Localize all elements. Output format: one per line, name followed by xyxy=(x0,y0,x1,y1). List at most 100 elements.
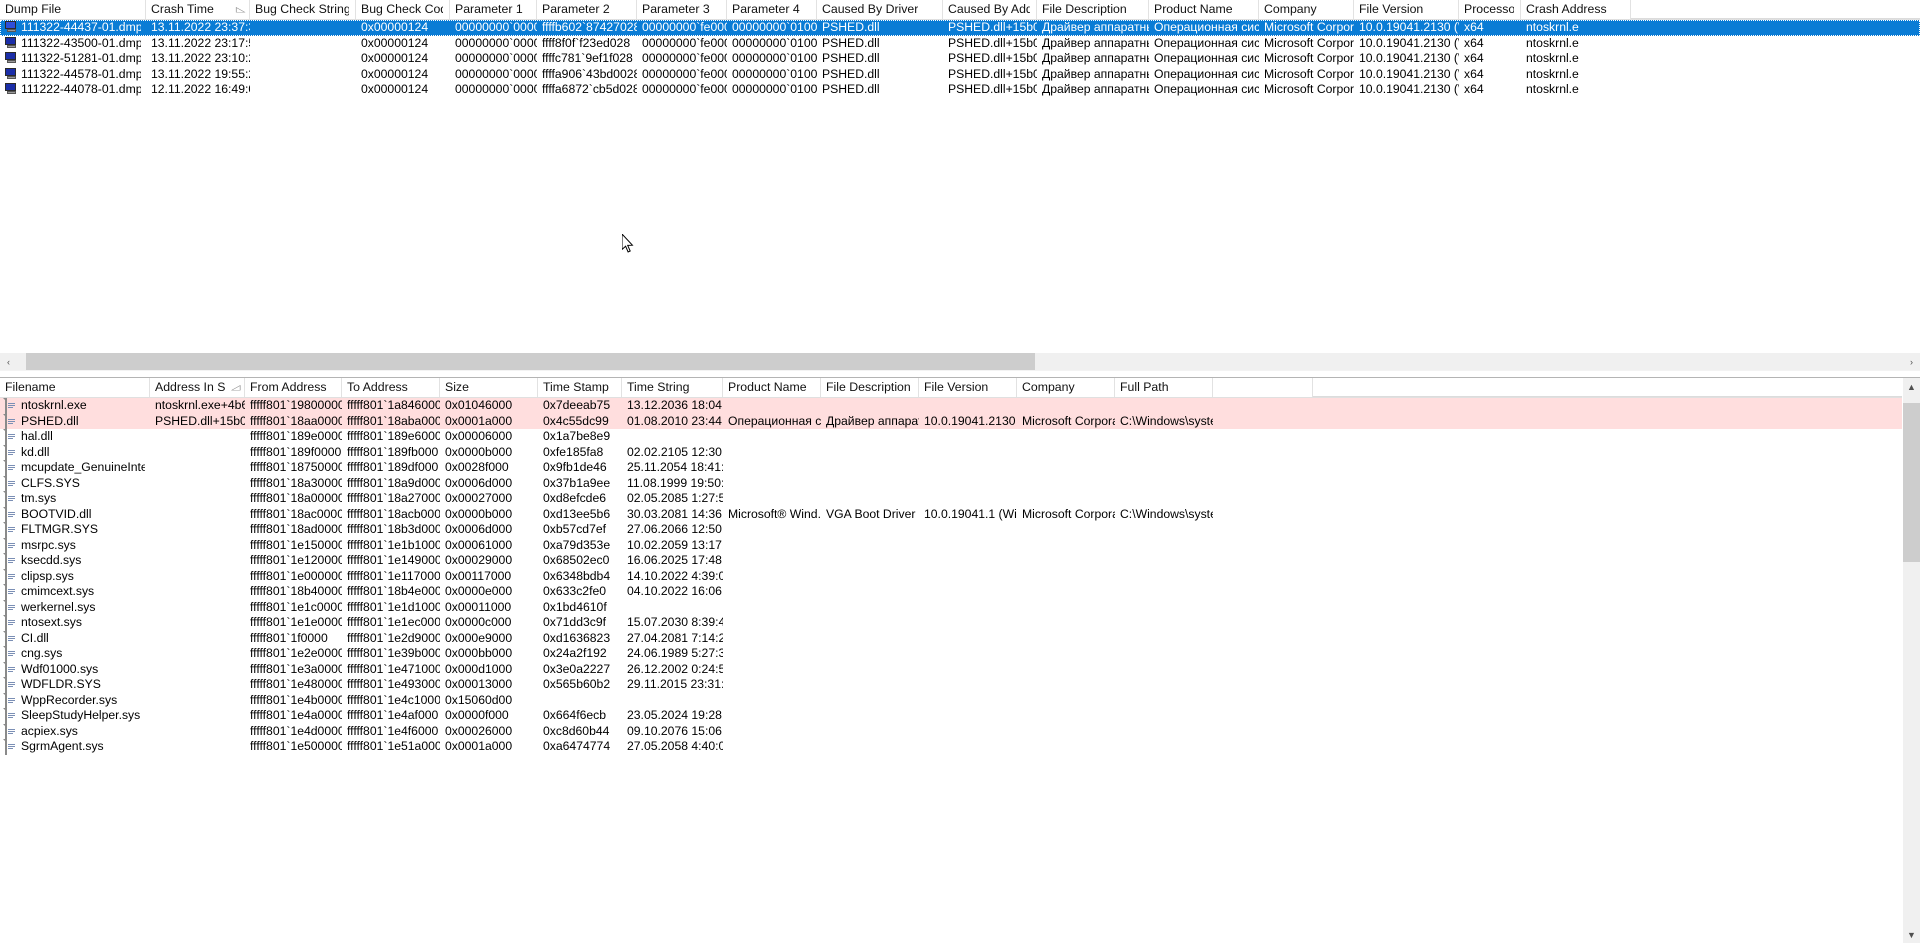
loaded-drivers-rows[interactable]: ntoskrnl.exe ntoskrnl.exe+4b6b... fffff801… xyxy=(0,398,1902,755)
column-header-file-version[interactable]: File Version xyxy=(1354,0,1459,19)
hscroll-track[interactable] xyxy=(17,353,1903,370)
table-row[interactable]: cmimcext.sys fffff801`18b40000 fffff801`18… xyxy=(0,584,1902,600)
table-row[interactable]: 111322-44437-01.dmp 13.11.2022 23:37:33 0x… xyxy=(0,20,1920,36)
column-header-filename[interactable]: Filename xyxy=(0,378,150,397)
table-cell: 0x7deeab75 xyxy=(543,398,611,412)
table-row[interactable]: Wdf01000.sys fffff801`1e3a0000 fffff801`1e… xyxy=(0,662,1902,677)
column-header-product-name[interactable]: Product Name xyxy=(1149,0,1259,19)
table-row[interactable]: 111322-51281-01.dmp 13.11.2022 23:10:20 0x… xyxy=(0,51,1920,67)
column-header-blank[interactable] xyxy=(1213,378,1313,397)
table-cell: ntoskrnl.e xyxy=(1526,66,1579,81)
table-row[interactable]: ksecdd.sys fffff801`1e120000 fffff801`1e14… xyxy=(0,553,1902,569)
column-header-from-address[interactable]: From Address xyxy=(245,378,342,397)
table-cell: Операционная си... xyxy=(728,413,821,428)
table-row[interactable]: CI.dll fffff801`1f0000 fffff801`1e2d9000 0x… xyxy=(0,630,1902,646)
table-row[interactable]: ntoskrnl.exe ntoskrnl.exe+4b6b... fffff801… xyxy=(0,398,1902,414)
column-header-parameter-1[interactable]: Parameter 1 xyxy=(450,0,537,19)
table-cell: 09.10.2076 15:06:28 xyxy=(627,723,723,738)
column-header-time-stamp[interactable]: Time Stamp xyxy=(538,378,622,397)
column-header-crash-time[interactable]: Crash Time ◺ xyxy=(146,0,250,19)
vscroll-track[interactable] xyxy=(1903,395,1920,926)
table-row[interactable]: FLTMGR.SYS fffff801`18ad0000 fffff801`18b3… xyxy=(0,522,1902,538)
crash-dumps-listview[interactable]: Dump File Crash Time ◺ Bug Check String Bug … xyxy=(0,0,1920,352)
column-header-company[interactable]: Company xyxy=(1259,0,1354,19)
table-cell: Драйвер аппаратных ... xyxy=(1042,82,1149,96)
table-cell-text: CI.dll xyxy=(21,630,49,645)
table-row[interactable]: msrpc.sys fffff801`1e150000 fffff801`1e1b1… xyxy=(0,538,1902,553)
column-header-label: Product Name xyxy=(1154,2,1233,16)
column-header-crash-address[interactable]: Crash Address xyxy=(1521,0,1631,19)
crash-dumps-rows[interactable]: 111322-44437-01.dmp 13.11.2022 23:37:33 0x… xyxy=(0,20,1920,98)
table-cell: Microsoft Corpora... xyxy=(1264,51,1354,65)
table-row[interactable]: PSHED.dll PSHED.dll+15b0 fffff801`18aa0000… xyxy=(0,413,1902,429)
column-header-parameter-2[interactable]: Parameter 2 xyxy=(537,0,637,19)
crash-dumps-column-headers[interactable]: Dump File Crash Time ◺ Bug Check String Bug … xyxy=(0,0,1920,20)
table-row[interactable]: 111222-44078-01.dmp 12.11.2022 16:49:06 0x… xyxy=(0,82,1920,98)
column-header-time-string[interactable]: Time String xyxy=(622,378,723,397)
table-cell: 0x00000124 xyxy=(361,82,429,96)
pane-splitter[interactable] xyxy=(0,370,1920,377)
column-header-parameter-3[interactable]: Parameter 3 xyxy=(637,0,727,19)
table-cell: ntoskrnl.e xyxy=(1526,35,1579,50)
table-row[interactable]: cng.sys fffff801`1e2e0000 fffff801`1e39b00… xyxy=(0,646,1902,662)
table-cell-text: CLFS.SYS xyxy=(21,475,80,490)
column-header-full-path[interactable]: Full Path xyxy=(1115,378,1213,397)
table-row[interactable]: hal.dll fffff801`189e0000 fffff801`189e600… xyxy=(0,429,1902,445)
table-cell: x64 xyxy=(1464,66,1484,81)
table-cell: fffff801`1e1d1000 xyxy=(347,599,440,614)
hscroll-left-arrow-icon[interactable]: ‹ xyxy=(0,353,17,370)
table-cell-text: ntosext.sys xyxy=(21,615,82,629)
column-header-bug-check-code[interactable]: Bug Check Code xyxy=(356,0,450,19)
column-header-label: Crash Time xyxy=(151,2,214,16)
table-row[interactable]: mcupdate_GenuineIntel.dll fffff801`187500… xyxy=(0,460,1902,476)
column-header-label: Caused By Driver xyxy=(822,2,919,16)
column-header-size[interactable]: Size xyxy=(440,378,538,397)
column-header-caused-by-address[interactable]: Caused By Address xyxy=(943,0,1037,19)
table-row[interactable]: werkernel.sys fffff801`1e1c0000 fffff801`1… xyxy=(0,599,1902,615)
hscroll-thumb[interactable] xyxy=(26,353,1036,370)
table-row[interactable]: BOOTVID.dll fffff801`18ac0000 fffff801`18a… xyxy=(0,506,1902,522)
table-row[interactable]: SleepStudyHelper.sys fffff801`1e4a0000 fff… xyxy=(0,708,1902,724)
loaded-drivers-column-headers[interactable]: Filename Address In St... ◿ From Address To … xyxy=(0,378,1902,398)
table-cell: 0x664f6ecb xyxy=(543,708,607,722)
crash-dumps-hscrollbar[interactable]: ‹ › xyxy=(0,352,1920,370)
vscroll-down-arrow-icon[interactable]: ▼ xyxy=(1903,926,1920,943)
table-cell-filename: msrpc.sys xyxy=(0,538,150,553)
file-icon xyxy=(5,553,18,569)
column-header-product-name[interactable]: Product Name xyxy=(723,378,821,397)
table-row[interactable]: tm.sys fffff801`18a00000 fffff801`18a27000… xyxy=(0,491,1902,507)
column-header-address-in-st[interactable]: Address In St... ◿ xyxy=(150,378,245,397)
column-header-dump-file[interactable]: Dump File xyxy=(0,0,146,19)
table-row[interactable]: kd.dll fffff801`189f0000 fffff801`189fb000… xyxy=(0,445,1902,460)
table-row[interactable]: ntosext.sys fffff801`1e1e0000 fffff801`1e1… xyxy=(0,615,1902,631)
column-header-company[interactable]: Company xyxy=(1017,378,1115,397)
table-cell: 00000000`fe000000 xyxy=(642,35,727,50)
table-cell: 00000000`fe000000 xyxy=(642,20,727,34)
column-header-file-description[interactable]: File Description xyxy=(1037,0,1149,19)
table-row[interactable]: WppRecorder.sys fffff801`1e4b0000 fffff801… xyxy=(0,693,1902,708)
table-row[interactable]: WDFLDR.SYS fffff801`1e480000 fffff801`1e49… xyxy=(0,677,1902,693)
column-header-parameter-4[interactable]: Parameter 4 xyxy=(727,0,817,19)
table-row[interactable]: SgrmAgent.sys fffff801`1e500000 fffff801`1… xyxy=(0,739,1902,755)
table-row[interactable]: 111322-43500-01.dmp 13.11.2022 23:17:55 0x… xyxy=(0,36,1920,52)
table-cell: ntoskrnl.e xyxy=(1526,51,1579,65)
table-row[interactable]: acpiex.sys fffff801`1e4d0000 fffff801`1e4f… xyxy=(0,723,1902,739)
loaded-drivers-pane: Filename Address In St... ◿ From Address To … xyxy=(0,377,1920,943)
table-row[interactable]: clipsp.sys fffff801`1e000000 fffff801`1e11… xyxy=(0,569,1902,584)
column-header-bug-check-string[interactable]: Bug Check String xyxy=(250,0,356,19)
table-row[interactable]: 111322-44578-01.dmp 13.11.2022 19:55:20 0x… xyxy=(0,67,1920,83)
table-cell-filename: ksecdd.sys xyxy=(0,553,150,569)
loaded-drivers-listview[interactable]: Filename Address In St... ◿ From Address To … xyxy=(0,378,1902,943)
hscroll-right-arrow-icon[interactable]: › xyxy=(1903,353,1920,370)
file-icon xyxy=(5,506,18,522)
table-row[interactable]: CLFS.SYS fffff801`18a30000 fffff801`18a9d0… xyxy=(0,475,1902,491)
column-header-processor[interactable]: Processor xyxy=(1459,0,1521,19)
table-cell: 0xb57cd7ef xyxy=(543,522,607,536)
loaded-drivers-vscrollbar[interactable]: ▲ ▼ xyxy=(1902,378,1920,943)
column-header-file-version[interactable]: File Version xyxy=(919,378,1017,397)
vscroll-up-arrow-icon[interactable]: ▲ xyxy=(1903,378,1920,395)
column-header-file-description[interactable]: File Description xyxy=(821,378,919,397)
vscroll-thumb[interactable] xyxy=(1903,402,1920,563)
column-header-to-address[interactable]: To Address xyxy=(342,378,440,397)
column-header-caused-by-driver[interactable]: Caused By Driver xyxy=(817,0,943,19)
